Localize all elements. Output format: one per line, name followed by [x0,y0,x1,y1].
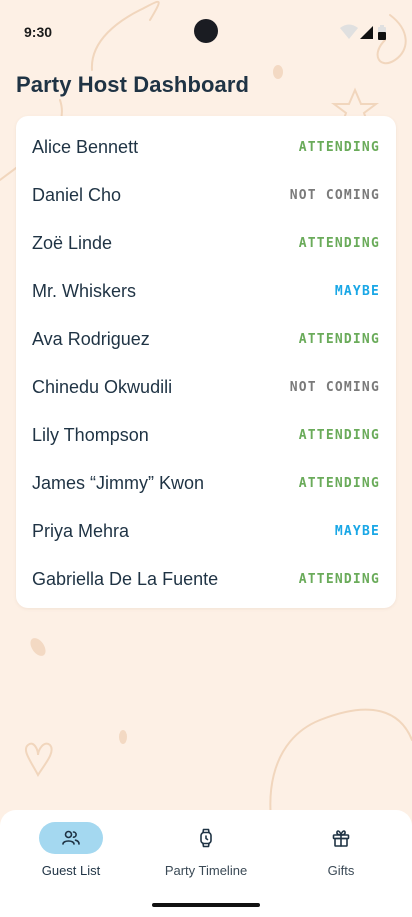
home-indicator[interactable] [152,903,260,907]
guest-name: Lily Thompson [32,424,149,445]
signal-icon [360,26,373,39]
app-screen: 9:30 Party Host Dashboard Alice Bennett A… [0,0,412,917]
page-title: Party Host Dashboard [16,72,250,97]
rsvp-status-badge: ATTENDING [298,571,380,587]
guest-row[interactable]: Daniel Cho NOT COMING [16,171,396,219]
guest-name: James “Jimmy” Kwon [32,472,205,493]
status-time: 9:30 [24,24,53,40]
guest-list: Alice Bennett ATTENDING Daniel Cho NOT COMI… [16,116,396,603]
nav-gifts[interactable]: Gifts [271,822,411,892]
nav-label-party-timeline: Party Timeline [164,863,248,878]
rsvp-status-badge: NOT COMING [289,187,380,203]
rsvp-status-badge: ATTENDING [298,331,380,347]
guest-row[interactable]: Chinedu Okwudili NOT COMING [16,363,396,411]
guest-row[interactable]: Lily Thompson ATTENDING [16,411,396,459]
gift-icon [332,830,350,847]
nav-label-guest-list: Guest List [41,863,101,878]
guest-name: Chinedu Okwudili [32,376,173,397]
nav-active-indicator [39,822,103,854]
guest-list-card: Alice Bennett ATTENDING Daniel Cho NOT COMI… [16,116,396,608]
guest-row[interactable]: Mr. Whiskers MAYBE [16,267,396,315]
guest-name: Daniel Cho [32,184,122,205]
status-bar: 9:30 [0,0,412,56]
rsvp-status-badge: MAYBE [334,283,380,299]
rsvp-status-badge: ATTENDING [298,475,380,491]
rsvp-status-badge: ATTENDING [298,427,380,443]
guest-row[interactable]: Gabriella De La Fuente ATTENDING [16,555,396,603]
watch-icon [200,828,212,848]
guest-row[interactable]: Ava Rodriguez ATTENDING [16,315,396,363]
nav-label-gifts: Gifts [327,863,355,878]
rsvp-status-badge: ATTENDING [298,139,380,155]
guest-row[interactable]: Priya Mehra MAYBE [16,507,396,555]
guest-name: Zoë Linde [32,232,113,253]
nav-guest-list[interactable]: Guest List [1,822,141,892]
guest-name: Priya Mehra [32,520,130,541]
rsvp-status-badge: MAYBE [334,523,380,539]
guest-row[interactable]: Alice Bennett ATTENDING [16,123,396,171]
rsvp-status-badge: NOT COMING [289,379,380,395]
wifi-icon [340,24,358,39]
bottom-navigation: Guest List Party Timeline Gifts [0,810,412,917]
status-icons [340,24,386,40]
guest-row[interactable]: James “Jimmy” Kwon ATTENDING [16,459,396,507]
people-icon [62,830,80,845]
guest-row[interactable]: Zoë Linde ATTENDING [16,219,396,267]
camera-cutout [194,19,218,43]
rsvp-status-badge: ATTENDING [298,235,380,251]
guest-name: Gabriella De La Fuente [32,568,219,589]
nav-party-timeline[interactable]: Party Timeline [136,822,276,892]
guest-name: Alice Bennett [32,136,139,157]
battery-icon [378,25,386,40]
guest-name: Ava Rodriguez [32,328,150,349]
guest-name: Mr. Whiskers [32,280,137,301]
